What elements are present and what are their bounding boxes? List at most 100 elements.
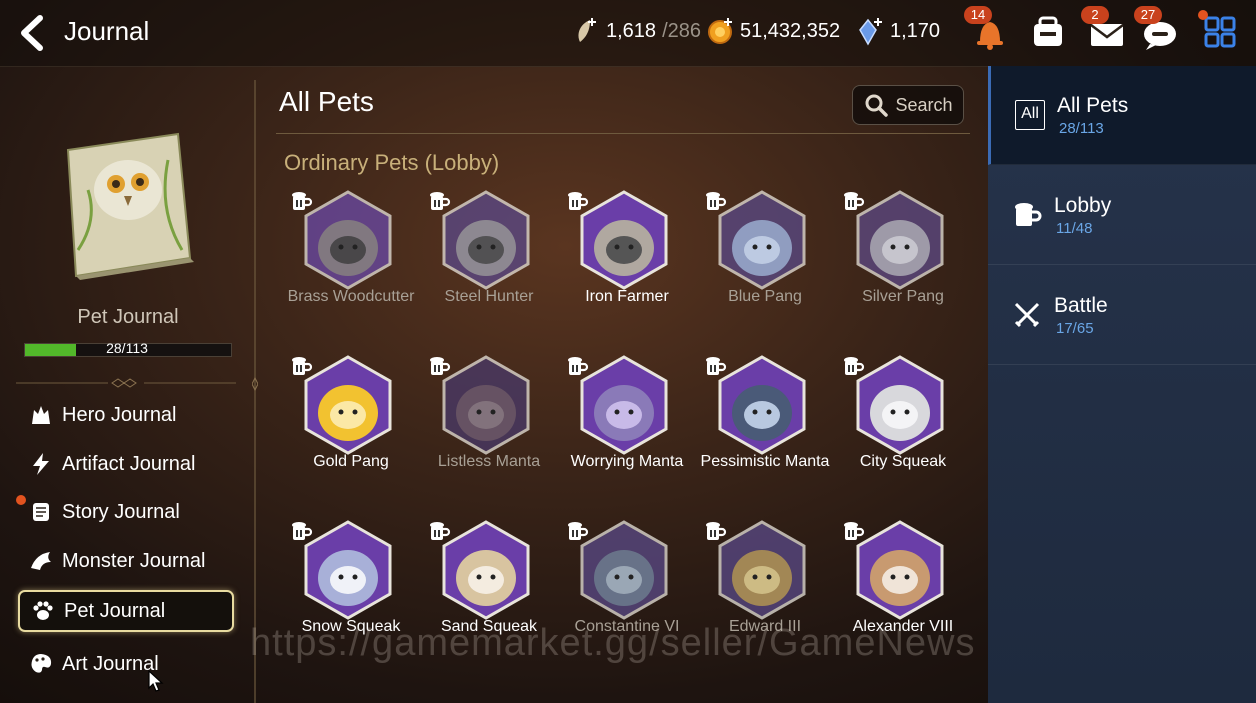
- pet-card[interactable]: Worrying Manta: [566, 355, 683, 515]
- pet-card[interactable]: Brass Woodcutter: [288, 190, 414, 350]
- menu-alert-dot: [1198, 10, 1208, 20]
- pet-card[interactable]: City Squeak: [842, 355, 952, 515]
- book-title: Pet Journal: [77, 306, 179, 328]
- filter-label: All Pets: [1057, 94, 1129, 117]
- nav-pet-journal[interactable]: Pet Journal: [18, 590, 234, 632]
- lobby-mug-icon: [430, 192, 451, 210]
- crossed-swords-icon: [1014, 302, 1040, 328]
- pet-journal-book-image: [66, 132, 194, 280]
- lobby-mug-icon: [706, 192, 727, 210]
- nav-story-journal[interactable]: Story Journal: [16, 491, 234, 533]
- crystal-value: 1,170: [890, 19, 941, 42]
- ornament-divider: [16, 378, 236, 388]
- mouse-cursor-icon: [148, 670, 164, 692]
- chat-badge: 27: [1134, 6, 1162, 24]
- filter-battle[interactable]: Battle 17/65: [988, 266, 1256, 365]
- search-label: Search: [895, 94, 953, 115]
- pet-card[interactable]: Steel Hunter: [428, 190, 538, 350]
- filter-all-pets[interactable]: All All Pets 28/113: [988, 66, 1256, 165]
- lightning-icon: [33, 453, 49, 475]
- pet-name: Steel Hunter: [444, 288, 534, 305]
- nav-label: Pet Journal: [64, 599, 166, 622]
- pet-card[interactable]: Listless Manta: [428, 355, 540, 515]
- lobby-mug-icon: [292, 192, 313, 210]
- pet-card[interactable]: Pessimistic Manta: [701, 355, 829, 515]
- gold-coin-icon: [708, 18, 732, 44]
- lobby-mug-icon: [568, 522, 589, 540]
- mail-button[interactable]: 2: [1081, 6, 1127, 52]
- lobby-mug-icon: [844, 357, 865, 375]
- all-icon: All: [1015, 100, 1045, 130]
- search-icon: [865, 94, 889, 117]
- pet-card[interactable]: Silver Pang: [842, 190, 952, 350]
- lobby-mug-icon: [844, 192, 865, 210]
- gold-value: 51,432,352: [740, 19, 841, 42]
- filter-count: 28/113: [1059, 120, 1104, 137]
- nav-label: Monster Journal: [62, 549, 206, 572]
- stamina-value: 1,618: [606, 19, 657, 42]
- journal-sidebar: Pet Journal 28/113 Hero Journal Artifact…: [0, 66, 250, 703]
- lobby-mug-icon: [1015, 203, 1042, 226]
- leaf-stamina-icon: [578, 18, 596, 42]
- lobby-mug-icon: [706, 522, 727, 540]
- nav-hero-journal[interactable]: Hero Journal: [18, 394, 234, 436]
- pet-name: Worrying Manta: [570, 453, 684, 470]
- crystal-counter[interactable]: 1,170: [856, 16, 940, 46]
- stamina-counter[interactable]: 1,618/286: [572, 16, 701, 46]
- story-alert-dot: [16, 495, 26, 505]
- pet-name: Blue Pang: [728, 288, 802, 305]
- crystal-icon: [859, 18, 882, 46]
- pet-name: Pessimistic Manta: [700, 453, 830, 470]
- nav-label: Art Journal: [62, 652, 159, 675]
- inventory-icon: [1034, 16, 1062, 46]
- filter-count: 17/65: [1056, 320, 1094, 337]
- section-title: Ordinary Pets (Lobby): [284, 150, 500, 175]
- scroll-icon: [33, 503, 49, 521]
- back-arrow-icon[interactable]: [14, 12, 54, 54]
- search-button[interactable]: Search: [852, 85, 964, 125]
- panel-divider-line: [252, 80, 258, 703]
- paw-icon: [33, 601, 53, 620]
- page-title: Journal: [64, 16, 150, 46]
- lobby-mug-icon: [568, 357, 589, 375]
- lobby-mug-icon: [430, 357, 451, 375]
- mail-badge: 2: [1081, 6, 1109, 24]
- pet-card[interactable]: Iron Farmer: [566, 190, 676, 350]
- nav-monster-journal[interactable]: Monster Journal: [18, 540, 234, 582]
- gold-counter[interactable]: 51,432,352: [706, 16, 840, 46]
- lobby-mug-icon: [430, 522, 451, 540]
- lobby-mug-icon: [706, 357, 727, 375]
- notifications-button[interactable]: 14: [964, 6, 1010, 52]
- nav-label: Story Journal: [62, 500, 180, 523]
- pet-card[interactable]: Blue Pang: [704, 190, 814, 350]
- main-title: All Pets: [279, 86, 374, 117]
- watermark-text: https://gamemarket.gg/seller/GameNews: [250, 622, 976, 664]
- nav-artifact-journal[interactable]: Artifact Journal: [18, 443, 234, 485]
- pet-card[interactable]: Gold Pang: [290, 355, 400, 515]
- hero-icon: [32, 406, 50, 424]
- stamina-max: /286: [662, 19, 701, 42]
- pet-name: Listless Manta: [437, 453, 541, 470]
- palette-icon: [31, 654, 52, 673]
- inventory-button[interactable]: [1028, 12, 1068, 52]
- filter-lobby[interactable]: Lobby 11/48: [988, 166, 1256, 265]
- pet-name: Silver Pang: [862, 288, 944, 305]
- menu-button[interactable]: [1198, 10, 1240, 52]
- journal-progress-text: 28/113: [106, 340, 148, 356]
- filter-label: Battle: [1054, 294, 1108, 317]
- lobby-mug-icon: [568, 192, 589, 210]
- pet-name: Iron Farmer: [585, 288, 669, 305]
- dragon-icon: [31, 552, 51, 570]
- notifications-badge: 14: [964, 6, 992, 24]
- nav-label: Hero Journal: [62, 403, 177, 426]
- filter-panel: All All Pets 28/113 Lobby 11/48 Battle 1…: [988, 66, 1256, 703]
- title-separator: [276, 133, 970, 134]
- top-bar: Journal 1,618/286 51,432,352 1,170 14 2 …: [0, 0, 1256, 67]
- filter-label: Lobby: [1054, 194, 1112, 217]
- pet-name: City Squeak: [859, 453, 947, 470]
- nav-art-journal[interactable]: Art Journal: [18, 643, 234, 685]
- chat-button[interactable]: 27: [1134, 6, 1180, 52]
- lobby-mug-icon: [844, 522, 865, 540]
- lobby-mug-icon: [292, 357, 313, 375]
- pet-name: Brass Woodcutter: [287, 288, 415, 305]
